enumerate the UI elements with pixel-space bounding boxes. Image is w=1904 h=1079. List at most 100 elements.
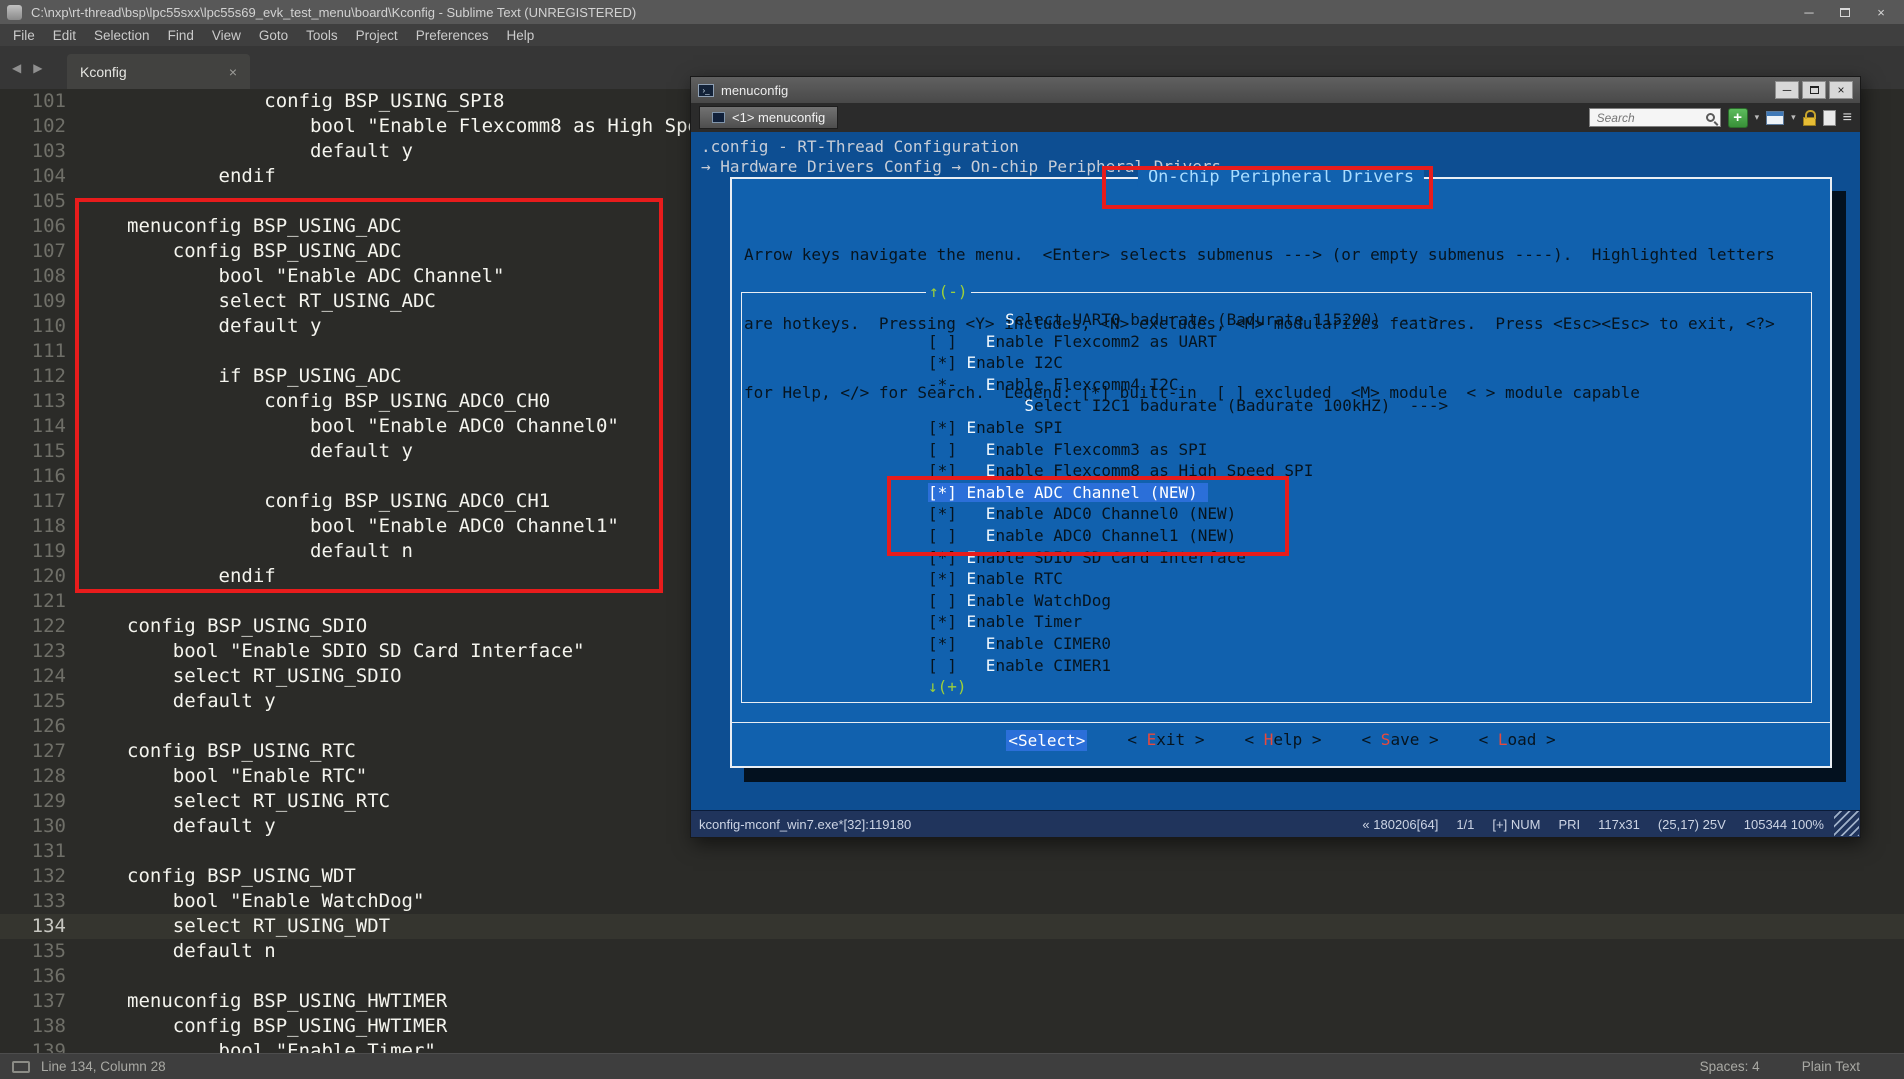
menu-view[interactable]: View bbox=[203, 28, 250, 43]
line-number-137: 137 bbox=[0, 989, 90, 1014]
menu-goto[interactable]: Goto bbox=[250, 28, 297, 43]
menu-item-select-i2c1-badurate-badurate-100khz[interactable]: Select I2C1 badurate (Badurate 100kHZ) -… bbox=[742, 395, 1811, 417]
menu-item-enable-flexcomm2-as-uart[interactable]: [ ] Enable Flexcomm2 as UART bbox=[742, 331, 1811, 353]
dialog-button-load[interactable]: < Load > bbox=[1479, 730, 1556, 751]
minimize-icon[interactable]: ─ bbox=[1802, 5, 1816, 20]
line-text-131 bbox=[90, 839, 127, 864]
menu-help[interactable]: Help bbox=[498, 28, 544, 43]
hotkey-letter: E bbox=[986, 375, 996, 394]
lock-icon[interactable] bbox=[1803, 117, 1816, 126]
dialog-button-save[interactable]: < Save > bbox=[1362, 730, 1439, 751]
paste-icon[interactable] bbox=[1823, 110, 1836, 126]
hotkey-letter: E bbox=[967, 612, 977, 631]
resize-grip[interactable] bbox=[1834, 811, 1859, 836]
editor-line-136[interactable]: 136 bbox=[0, 964, 1904, 989]
new-console-button[interactable]: + bbox=[1728, 108, 1748, 128]
editor-line-132[interactable]: 132config BSP_USING_WDT bbox=[0, 864, 1904, 889]
item-label: nable Flexcomm8 as High Speed SPI bbox=[995, 461, 1313, 480]
menu-tools[interactable]: Tools bbox=[297, 28, 347, 43]
menu-item-enable-spi[interactable]: [*] Enable SPI bbox=[742, 417, 1811, 439]
editor-line-133[interactable]: 133 bool "Enable WatchDog" bbox=[0, 889, 1904, 914]
window-switch-icon[interactable] bbox=[1766, 111, 1784, 125]
dialog-button-exit[interactable]: < Exit > bbox=[1127, 730, 1204, 751]
menu-item-enable-adc0-channel1-new[interactable]: [ ] Enable ADC0 Channel1 (NEW) bbox=[742, 525, 1811, 547]
item-label: nable I2C bbox=[976, 353, 1063, 372]
console-search-box[interactable] bbox=[1589, 108, 1721, 127]
editor-line-139[interactable]: 139 bool "Enable Timer" bbox=[0, 1039, 1904, 1053]
menu-item-enable-cimer0[interactable]: [*] Enable CIMER0 bbox=[742, 633, 1811, 655]
menu-item-enable-flexcomm3-as-spi[interactable]: [ ] Enable Flexcomm3 as SPI bbox=[742, 439, 1811, 461]
checkbox-state: [ ] bbox=[928, 591, 967, 610]
search-input[interactable] bbox=[1595, 110, 1706, 126]
editor-line-137[interactable]: 137menuconfig BSP_USING_HWTIMER bbox=[0, 989, 1904, 1014]
new-console-dropdown-icon[interactable]: ▾ bbox=[1755, 112, 1760, 123]
line-text-125: default y bbox=[90, 689, 276, 714]
menu-item-text: [*] Enable CIMER0 bbox=[928, 634, 1111, 653]
menu-item-enable-i2c[interactable]: [*] Enable I2C bbox=[742, 352, 1811, 374]
line-text-132: config BSP_USING_WDT bbox=[90, 864, 356, 889]
menu-item-enable-adc-channel-new[interactable]: [*] Enable ADC Channel (NEW) bbox=[742, 482, 1811, 504]
hotkey-letter: E bbox=[986, 656, 996, 675]
menu-item-select-uart0-badurate-badurate-115200[interactable]: Select UART0 badurate (Badurate 115200) … bbox=[742, 309, 1811, 331]
hotkey-letter: S bbox=[1005, 310, 1015, 329]
console-tab-menuconfig[interactable]: <1> menuconfig bbox=[699, 106, 838, 129]
menu-preferences[interactable]: Preferences bbox=[407, 28, 498, 43]
line-number-132: 132 bbox=[0, 864, 90, 889]
maximize-icon[interactable] bbox=[1838, 5, 1852, 20]
button-bracket: < bbox=[1244, 730, 1263, 749]
menu-edit[interactable]: Edit bbox=[44, 28, 85, 43]
syntax-setting[interactable]: Plain Text bbox=[1802, 1059, 1860, 1074]
item-label: nable ADC0 Channel1 (NEW) bbox=[995, 526, 1236, 545]
line-text-137: menuconfig BSP_USING_HWTIMER bbox=[90, 989, 447, 1014]
editor-line-135[interactable]: 135 default n bbox=[0, 939, 1904, 964]
menu-item-enable-adc0-channel0-new[interactable]: [*] Enable ADC0 Channel0 (NEW) bbox=[742, 503, 1811, 525]
tab-kconfig[interactable]: Kconfig × bbox=[67, 54, 250, 89]
tab-scroll-back-icon[interactable]: ◀ bbox=[12, 61, 21, 75]
line-text-120: endif bbox=[90, 564, 276, 589]
editor-line-138[interactable]: 138 config BSP_USING_HWTIMER bbox=[0, 1014, 1904, 1039]
indentation-setting[interactable]: Spaces: 4 bbox=[1700, 1059, 1760, 1074]
menu-item-enable-flexcomm8-as-high-speed-spi[interactable]: [*] Enable Flexcomm8 as High Speed SPI bbox=[742, 460, 1811, 482]
menu-item-enable-rtc[interactable]: [*] Enable RTC bbox=[742, 568, 1811, 590]
console-tab-icon bbox=[712, 112, 725, 123]
line-number-127: 127 bbox=[0, 739, 90, 764]
close-icon[interactable]: × bbox=[1874, 5, 1888, 20]
console-close-icon[interactable]: × bbox=[1829, 81, 1853, 99]
checkbox-state: [*] bbox=[928, 548, 967, 567]
console-maximize-icon[interactable] bbox=[1802, 81, 1826, 99]
menu-item-enable-sdio-sd-card-interface[interactable]: [*] Enable SDIO SD Card Interface bbox=[742, 547, 1811, 569]
hamburger-menu-icon[interactable]: ≡ bbox=[1843, 110, 1852, 126]
line-text-102: bool "Enable Flexcomm8 as High Speed SPI… bbox=[90, 114, 779, 139]
line-number-134: 134 bbox=[0, 914, 90, 939]
window-switch-dropdown-icon[interactable]: ▾ bbox=[1791, 112, 1796, 123]
tab-close-icon[interactable]: × bbox=[229, 64, 237, 80]
line-number-122: 122 bbox=[0, 614, 90, 639]
line-number-125: 125 bbox=[0, 689, 90, 714]
editor-line-134[interactable]: 134 select RT_USING_WDT bbox=[0, 914, 1904, 939]
checkbox-state: [ ] bbox=[928, 332, 986, 351]
menu-find[interactable]: Find bbox=[159, 28, 203, 43]
checkbox-state: [*] bbox=[928, 569, 967, 588]
console-minimize-icon[interactable]: ─ bbox=[1775, 81, 1799, 99]
menu-item-enable-flexcomm4-i2c[interactable]: -*- Enable Flexcomm4 I2C bbox=[742, 374, 1811, 396]
menu-file[interactable]: File bbox=[4, 28, 44, 43]
hotkey-letter: E bbox=[967, 353, 977, 372]
line-text-107: config BSP_USING_ADC bbox=[90, 239, 402, 264]
sublime-window-title: C:\nxp\rt-thread\bsp\lpc55sxx\lpc55s69_e… bbox=[31, 5, 636, 20]
menu-item-enable-cimer1[interactable]: [ ] Enable CIMER1 bbox=[742, 655, 1811, 677]
tab-scroll-forward-icon[interactable]: ▶ bbox=[33, 61, 42, 75]
menu-item-text: [ ] Enable WatchDog bbox=[928, 591, 1111, 610]
menu-selection[interactable]: Selection bbox=[85, 28, 159, 43]
editor-line-131[interactable]: 131 bbox=[0, 839, 1904, 864]
menu-project[interactable]: Project bbox=[347, 28, 407, 43]
menu-item-enable-timer[interactable]: [*] Enable Timer bbox=[742, 611, 1811, 633]
item-label: nable CIMER0 bbox=[995, 634, 1111, 653]
dialog-button-help[interactable]: < Help > bbox=[1244, 730, 1321, 751]
search-icon bbox=[1706, 113, 1715, 122]
menu-item-enable-watchdog[interactable]: [ ] Enable WatchDog bbox=[742, 590, 1811, 612]
hotkey-letter: E bbox=[967, 483, 977, 502]
line-text-126 bbox=[90, 714, 127, 739]
line-number-138: 138 bbox=[0, 1014, 90, 1039]
dialog-button-select[interactable]: <Select> bbox=[1006, 730, 1087, 751]
line-number-120: 120 bbox=[0, 564, 90, 589]
